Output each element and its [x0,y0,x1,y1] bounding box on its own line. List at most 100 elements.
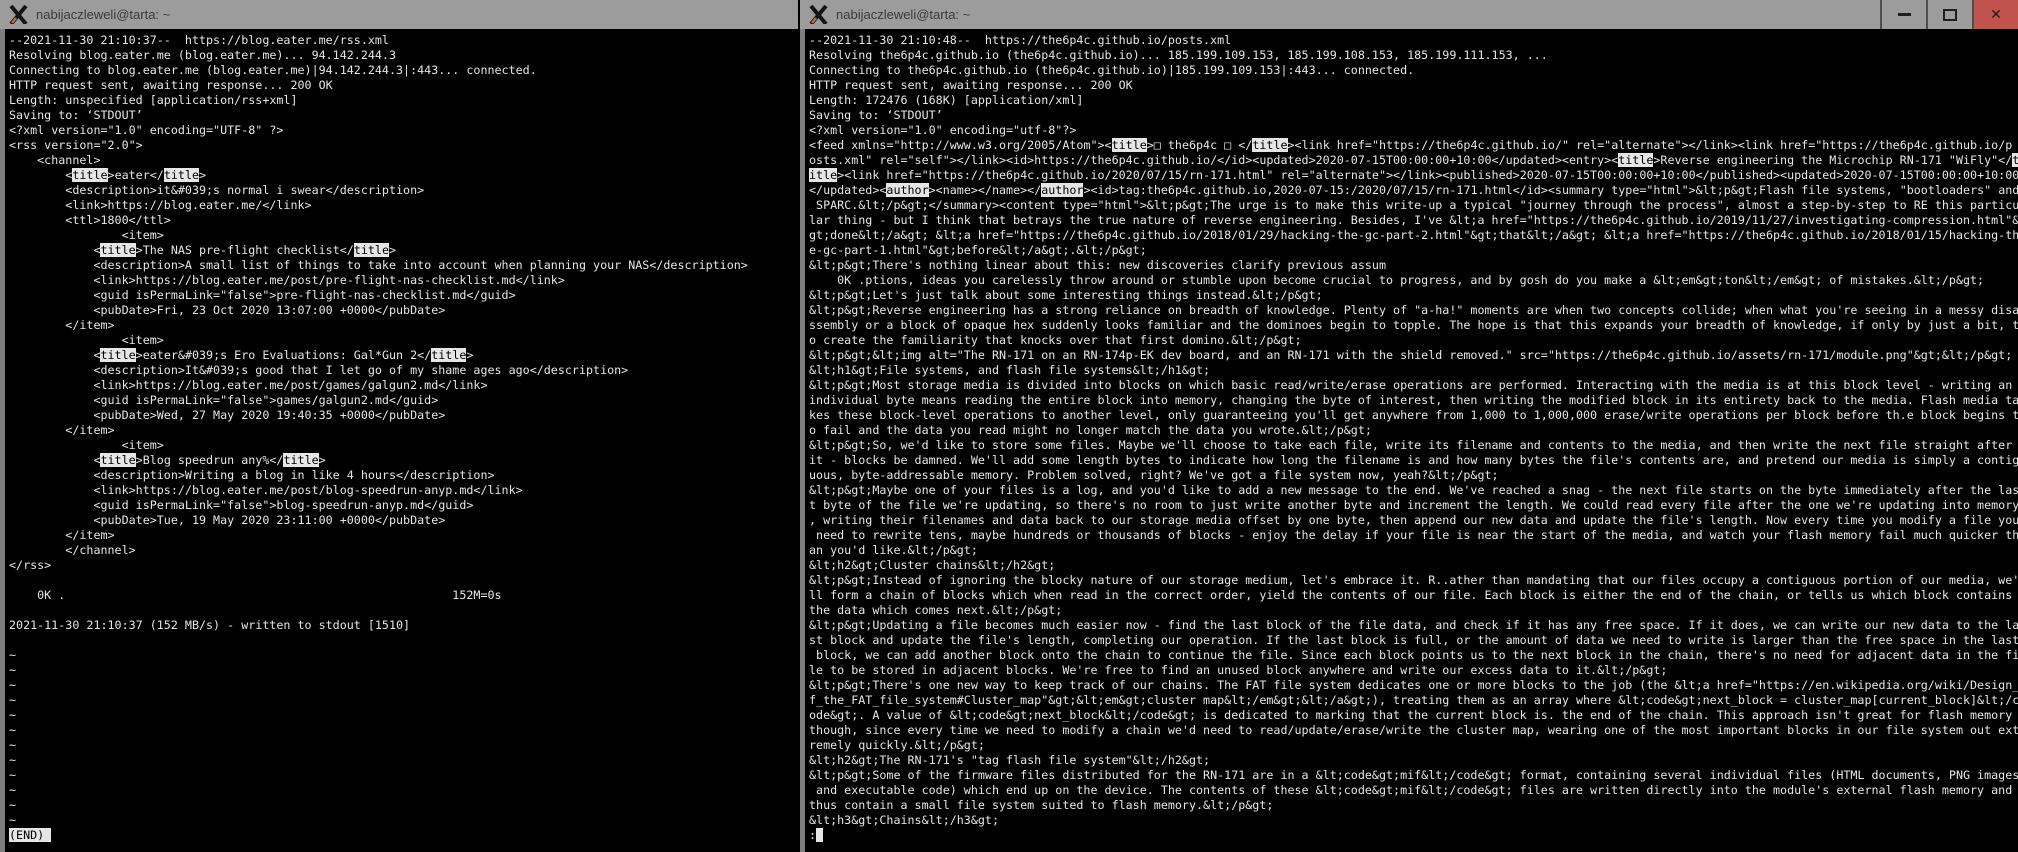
terminal-row: <title>Blog speedrun any%</title> [9,453,798,468]
terminal-row: &lt;p&gt;Some of the firmware files dist… [809,768,2018,783]
terminal-row: ~ [9,663,798,678]
highlighted-match: title [1112,138,1147,152]
terminal-row: <description>Writing a blog in like 4 ho… [9,468,798,483]
terminal-row: (END) [9,828,798,843]
terminal-row: <link>https://blog.eater.me/</link> [9,198,798,213]
terminal-row: t byte of the file we're updating, so th… [809,498,2018,513]
terminal-text: >eater&#039;s Ero Evaluations: Gal*Gun 2… [136,348,432,362]
terminal-row: ~ [9,708,798,723]
highlighted-match: t [2012,153,2018,167]
terminal-row: &lt;h2&gt;Cluster chains&lt;/h2&gt; [809,558,2018,573]
terminal-scrollbar[interactable] [800,29,805,852]
terminal-row: st block and update the file's length, c… [809,633,2018,648]
terminal-row: SPARC.&lt;/p&gt;</summary><content type=… [809,198,2018,213]
terminal-output: --2021-11-30 21:10:37-- https://blog.eat… [9,33,798,843]
titlebar[interactable]: nabijaczleweli@tarta: ~ ✕ [800,0,2018,29]
terminal-row: &lt;p&gt;So, we'd like to store some fil… [809,438,2018,453]
terminal-window-right: nabijaczleweli@tarta: ~ ✕ --2021-11-30 2… [800,0,2018,852]
xterm-x-logo-icon [9,5,28,24]
terminal-row: HTTP request sent, awaiting response... … [809,78,2018,93]
highlighted-match: author [886,183,928,197]
terminal-row: itle><link href="https://the6p4c.github.… [809,168,2018,183]
highlighted-match: itle [809,168,837,182]
terminal-text: >The NAS pre-flight checklist</ [136,243,354,257]
terminal-row: <guid isPermaLink="false">games/galgun2.… [9,393,798,408]
terminal-row: <channel> [9,153,798,168]
terminal-row: <pubDate>Fri, 23 Oct 2020 13:07:00 +0000… [9,303,798,318]
terminal-row: thus contain a small file system suited … [809,798,2018,813]
terminal-text: >eater</ [108,168,164,182]
terminal-row: Connecting to the6p4c.github.io (the6p4c… [809,63,2018,78]
terminal-row: &lt;h2&gt;The RN-171's "tag flash file s… [809,753,2018,768]
maximize-button[interactable] [1926,0,1972,29]
terminal-output: --2021-11-30 21:10:48-- https://the6p4c.… [809,33,2018,843]
terminal-row: <rss version="2.0"> [9,138,798,153]
terminal-row: </item> [9,318,798,333]
terminal-row: &lt;p&gt;Most storage media is divided i… [809,378,2018,393]
terminal-row: ~ [9,768,798,783]
terminal-row: o fail and the data you read might no lo… [809,423,2018,438]
terminal-text: < [9,168,72,182]
terminal-scrollbar[interactable] [0,29,5,852]
terminal-row: Length: unspecified [application/rss+xml… [9,93,798,108]
terminal-window-left: nabijaczleweli@tarta: ~ --2021-11-30 21:… [0,0,798,852]
terminal-row: Length: 172476 (168K) [application/xml] [809,93,2018,108]
terminal-text: : [809,828,816,842]
terminal-row: ode&gt;. A value of &lt;code&gt;next_blo… [809,708,2018,723]
terminal-row: --2021-11-30 21:10:37-- https://blog.eat… [9,33,798,48]
terminal-row: e-gc-part-1.html"&gt;before&lt;/a&gt;.&l… [809,243,2018,258]
terminal-row: le to be stored in adjacent blocks. We'r… [809,663,2018,678]
terminal-row: gt;done&lt;/a&gt; &lt;a href="https://th… [809,228,2018,243]
terminal-row: block, we can add another block onto the… [809,648,2018,663]
highlighted-match: title [431,348,466,362]
terminal-text: ><name></name></ [929,183,1042,197]
terminal-row: Saving to: ‘STDOUT’ [809,108,2018,123]
terminal-row: <description>it&#039;s normal i swear</d… [9,183,798,198]
terminal-row: <link>https://blog.eater.me/post/pre-fli… [9,273,798,288]
terminal-text: > [389,243,396,257]
terminal-row: ~ [9,798,798,813]
terminal-row: </channel> [9,543,798,558]
terminal-row: ll form a chain of blocks which when rea… [809,588,2018,603]
terminal-row: it - blocks be damned. We'll add some le… [809,453,2018,468]
terminal-row: ~ [9,738,798,753]
terminal-row [9,573,798,588]
terminal-row: &lt;p&gt;&lt;img alt="The RN-171 on an R… [809,348,2018,363]
terminal-row: ~ [9,648,798,663]
terminal-row: ~ [9,813,798,828]
terminal-row: &lt;p&gt;There's nothing linear about th… [809,258,2018,273]
terminal-text: <feed xmlns="http://www.w3.org/2005/Atom… [809,138,1112,152]
terminal-text: >□ the6p4c □ </ [1147,138,1253,152]
terminal-row: lar thing - but I think that betrays the… [809,213,2018,228]
terminal-row: o create the familiarity that knocks ove… [809,333,2018,348]
terminal-row: : [809,828,2018,843]
terminal-screen[interactable]: --2021-11-30 21:10:48-- https://the6p4c.… [800,29,2018,852]
terminal-row: </item> [9,423,798,438]
terminal-screen[interactable]: --2021-11-30 21:10:37-- https://blog.eat… [0,29,798,852]
terminal-row: though, since every time we need to modi… [809,723,2018,738]
highlighted-match: (END) [9,828,44,842]
terminal-row: <description>It&#039;s good that I let g… [9,363,798,378]
terminal-row [9,633,798,648]
terminal-row: &lt;p&gt;Let's just talk about some inte… [809,288,2018,303]
titlebar[interactable]: nabijaczleweli@tarta: ~ [0,0,798,29]
terminal-text: ><link href="https://the6p4c.github.io/"… [1288,138,2013,152]
terminal-row: Connecting to blog.eater.me (blog.eater.… [9,63,798,78]
terminal-row: and executable code) which end up on the… [809,783,2018,798]
close-icon: ✕ [1990,7,2002,23]
terminal-row: <title>eater&#039;s Ero Evaluations: Gal… [9,348,798,363]
minimize-button[interactable] [1880,0,1926,29]
terminal-row: Resolving blog.eater.me (blog.eater.me).… [9,48,798,63]
terminal-text: > [319,453,326,467]
terminal-text: >Reverse engineering the Microchip RN-17… [1653,153,2012,167]
terminal-row: ~ [9,723,798,738]
terminal-row: <link>https://blog.eater.me/post/games/g… [9,378,798,393]
highlighted-match: author [1041,183,1083,197]
terminal-row: <guid isPermaLink="false">blog-speedrun-… [9,498,798,513]
window-title: nabijaczleweli@tarta: ~ [836,7,970,22]
close-button[interactable]: ✕ [1972,0,2018,29]
highlighted-match: title [100,243,135,257]
terminal-cursor [816,828,823,842]
terminal-text: >Blog speedrun any%</ [136,453,284,467]
terminal-row: <pubDate>Wed, 27 May 2020 19:40:35 +0000… [9,408,798,423]
